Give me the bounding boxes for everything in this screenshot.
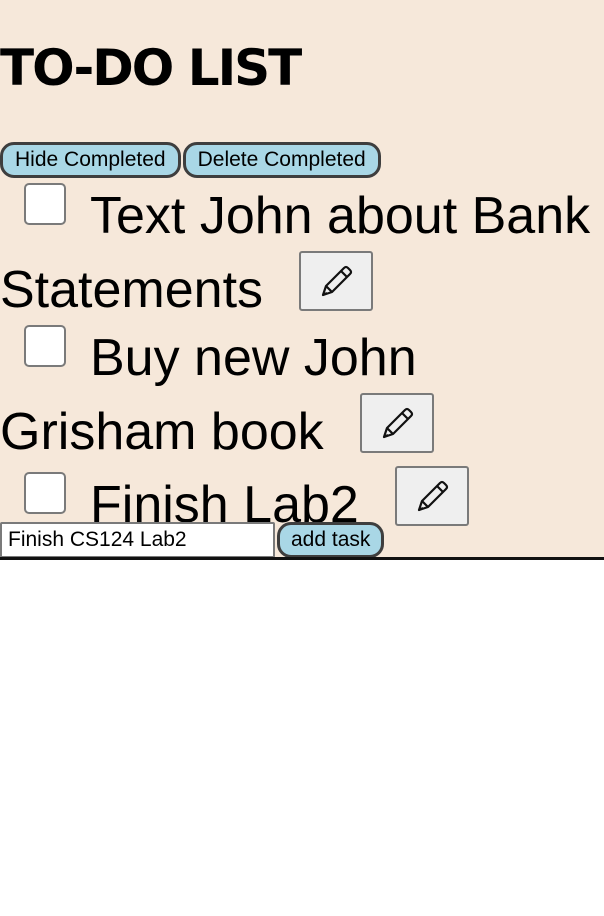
task-checkbox[interactable] <box>24 472 66 514</box>
task-checkbox[interactable] <box>24 325 66 367</box>
add-task-button[interactable]: add task <box>277 522 385 557</box>
task-item: Text John about Bank Statements <box>0 182 604 324</box>
delete-completed-button[interactable]: Delete Completed <box>182 142 381 178</box>
new-task-input[interactable]: Finish CS124 Lab2 <box>0 522 275 557</box>
pencil-icon <box>417 480 448 512</box>
edit-task-button[interactable] <box>299 250 374 311</box>
pencil-icon <box>321 265 353 296</box>
todo-app: TO-DO LIST Hide Completed Delete Complet… <box>0 0 604 560</box>
add-task-row: Finish CS124 Lab2 add task <box>0 522 385 557</box>
list-controls: Hide Completed Delete Completed <box>0 142 381 178</box>
pencil-icon <box>382 407 413 438</box>
task-item: Buy new John Grisham book <box>0 324 604 466</box>
task-list: Text John about Bank Statements Buy new … <box>0 182 604 540</box>
edit-task-button[interactable] <box>394 466 469 526</box>
page-title: TO-DO LIST <box>0 39 302 97</box>
hide-completed-button[interactable]: Hide Completed <box>0 142 181 178</box>
edit-task-button[interactable] <box>359 392 434 453</box>
task-checkbox[interactable] <box>24 183 66 225</box>
task-label: Text John about Bank Statements <box>0 187 591 319</box>
